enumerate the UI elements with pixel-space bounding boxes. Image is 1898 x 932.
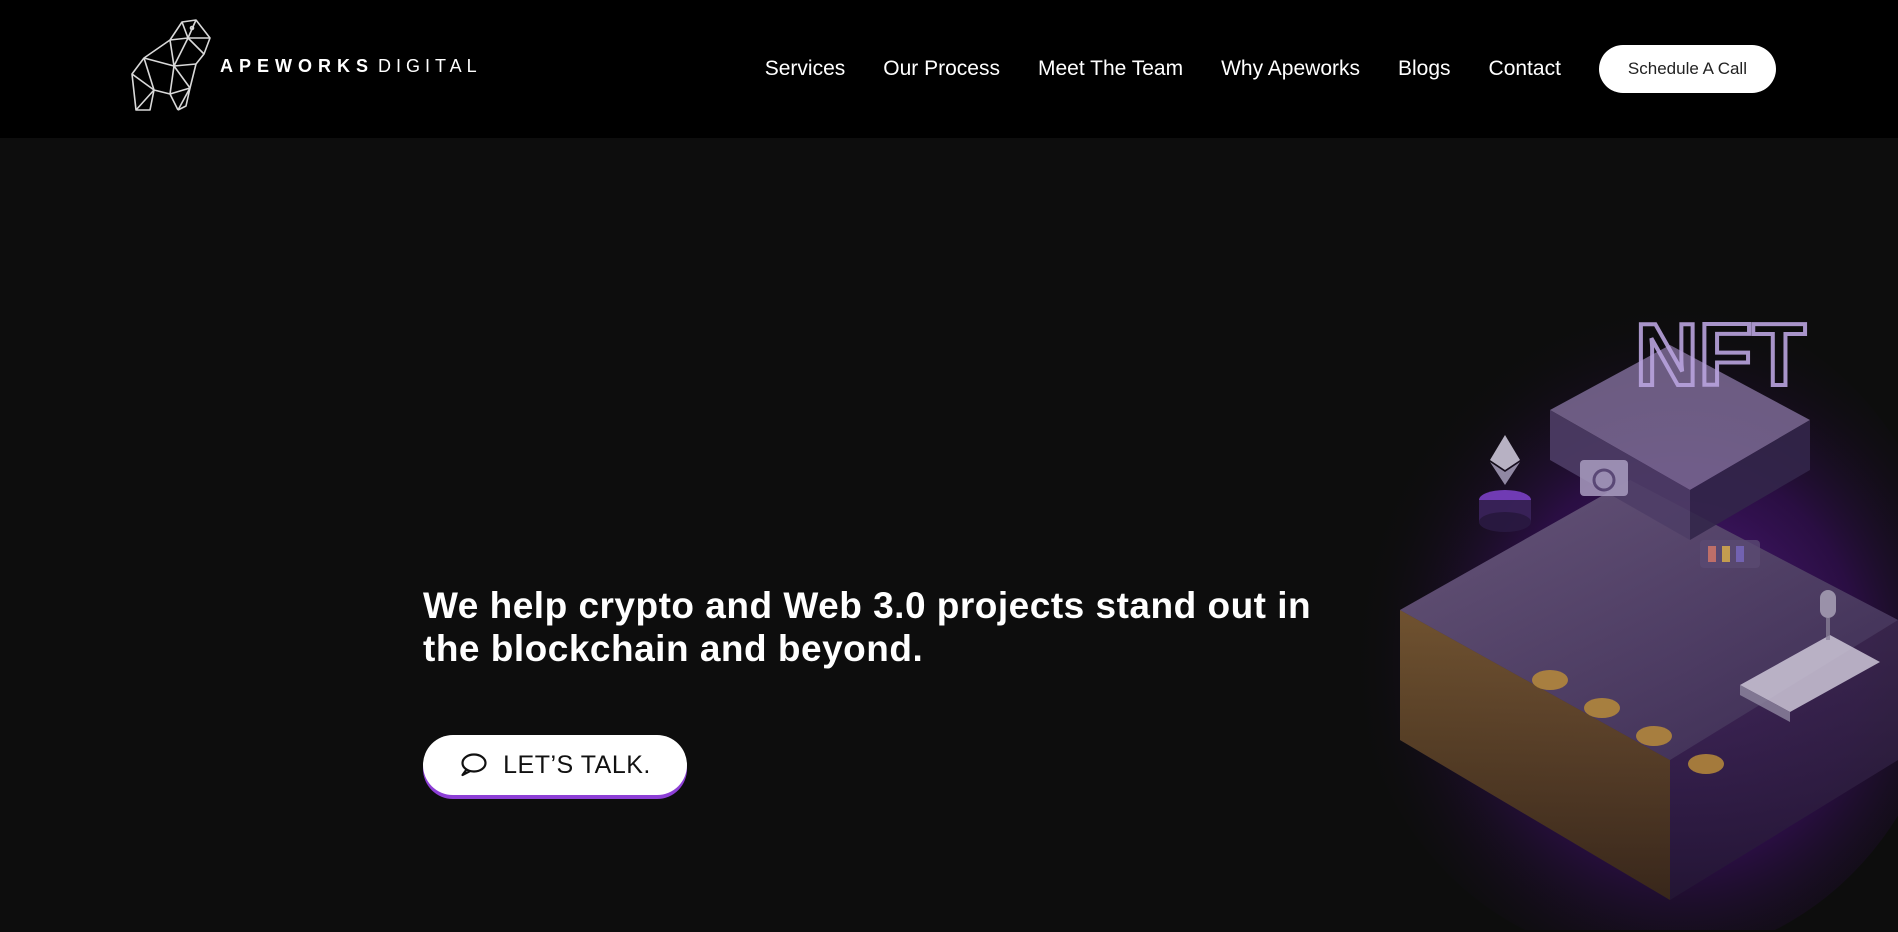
hero-headline: We help crypto and Web 3.0 projects stan… <box>423 585 1312 669</box>
lets-talk-label: LET’S TALK. <box>503 750 651 779</box>
main-nav: Services Our Process Meet The Team Why A… <box>765 45 1776 93</box>
chat-bubble-icon <box>459 752 487 778</box>
nav-why-apeworks[interactable]: Why Apeworks <box>1221 57 1360 81</box>
nav-meet-the-team[interactable]: Meet The Team <box>1038 57 1183 81</box>
geometric-bear-icon <box>131 19 211 111</box>
schedule-call-button[interactable]: Schedule A Call <box>1598 45 1776 93</box>
nav-services[interactable]: Services <box>765 57 846 81</box>
brand-logo[interactable]: APEWORKS DIGITAL <box>130 18 482 114</box>
brand-name-bold: APEWORKS <box>220 55 375 76</box>
lets-talk-button[interactable]: LET’S TALK. <box>423 735 687 795</box>
site-header: APEWORKS DIGITAL Services Our Process Me… <box>0 0 1898 138</box>
brand-wordmark: APEWORKS DIGITAL <box>220 56 482 77</box>
nav-blogs[interactable]: Blogs <box>1398 57 1451 81</box>
nft-sign-text: NFT <box>1635 305 1806 404</box>
brand-name-light: DIGITAL <box>378 55 482 76</box>
nft-isometric-illustration: NFT <box>1340 290 1898 930</box>
nav-contact[interactable]: Contact <box>1489 57 1561 81</box>
nav-our-process[interactable]: Our Process <box>883 57 1000 81</box>
